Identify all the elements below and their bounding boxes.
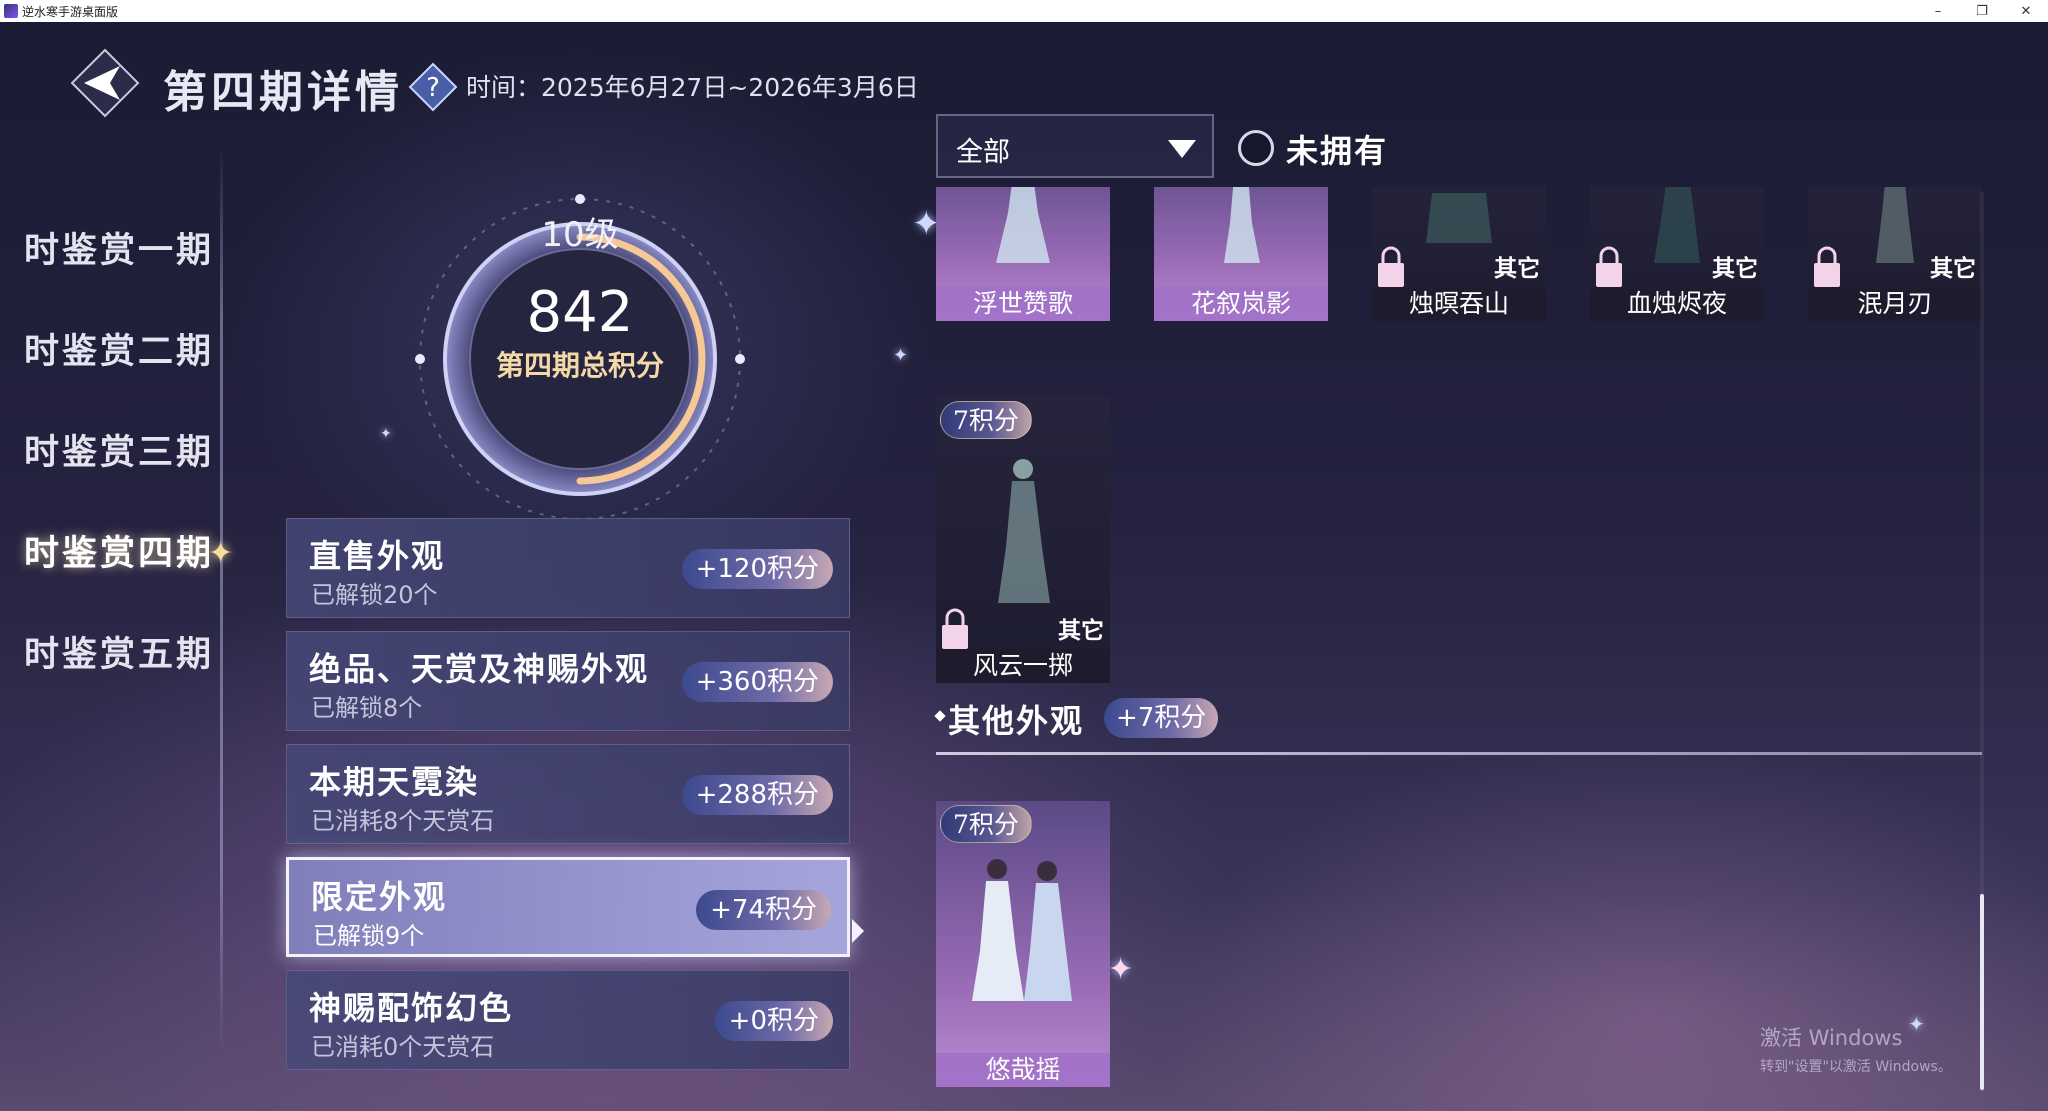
- period-time-label: 时间：2025年6月27日~2026年3月6日: [466, 73, 919, 102]
- category-title: 本期天霓染: [309, 763, 480, 801]
- item-card[interactable]: 其它 血烛烬夜: [1590, 187, 1764, 321]
- watermark-title: 激活 Windows: [1760, 1026, 1903, 1050]
- svg-text:?: ?: [426, 73, 440, 103]
- item-tag: 其它: [1712, 255, 1758, 282]
- item-card[interactable]: 其它 烛暝吞山: [1372, 187, 1546, 321]
- item-name: 血烛烬夜: [1590, 287, 1764, 321]
- back-arrow-icon[interactable]: [70, 48, 140, 118]
- item-name: 悠哉摇: [936, 1053, 1110, 1087]
- category-limited[interactable]: 限定外观 已解锁9个 +74积分: [286, 857, 850, 957]
- active-indicator-icon: ✦: [208, 536, 234, 571]
- help-icon[interactable]: ?: [408, 62, 458, 112]
- item-points-badge: 7积分: [940, 805, 1032, 843]
- filter-value: 全部: [956, 137, 1010, 168]
- window-title: 逆水寒手游桌面版: [22, 4, 119, 19]
- category-title: 限定外观: [311, 878, 448, 916]
- selected-pointer-icon: [852, 919, 864, 943]
- character-figure-icon: [1876, 187, 1914, 263]
- item-name: 泯月刃: [1808, 287, 1982, 321]
- category-title: 绝品、天赏及神赐外观: [309, 650, 650, 688]
- lock-icon: [1378, 246, 1404, 287]
- not-owned-radio[interactable]: [1238, 130, 1274, 166]
- not-owned-label[interactable]: 未拥有: [1286, 126, 1388, 172]
- item-tag: 其它: [1058, 617, 1104, 644]
- score-caption: 第四期总积分: [495, 349, 664, 382]
- character-figure-icon: [1654, 187, 1700, 263]
- window-titlebar: 逆水寒手游桌面版 – ❐ ✕: [0, 0, 2048, 22]
- close-button[interactable]: ✕: [2004, 0, 2048, 22]
- category-points-badge: +74积分: [696, 890, 831, 930]
- lock-icon: [942, 608, 968, 649]
- item-points-badge: 7积分: [940, 401, 1032, 439]
- sparkle-icon: ✦: [380, 426, 392, 442]
- app-icon: [4, 4, 18, 18]
- nav-item-period-4[interactable]: 时鉴赏四期: [24, 525, 214, 576]
- item-name: 风云一掷: [936, 649, 1110, 683]
- item-tag: 其它: [1494, 255, 1540, 282]
- item-card[interactable]: 7积分 悠哉摇: [936, 801, 1110, 1087]
- nav-item-period-3[interactable]: 时鉴赏三期: [24, 424, 214, 475]
- character-figure-icon: [1224, 187, 1260, 263]
- category-accessory-color[interactable]: 神赐配饰幻色 已消耗0个天赏石 +0积分: [286, 970, 850, 1070]
- sparkle-icon: ✦: [893, 345, 909, 366]
- category-subtitle: 已消耗0个天赏石: [311, 1033, 495, 1061]
- character-figure-icon: [998, 459, 1050, 603]
- item-name: 浮世赞歌: [936, 287, 1110, 321]
- category-points-badge: +120积分: [681, 549, 833, 589]
- watermark-subtitle: 转到"设置"以激活 Windows。: [1760, 1059, 1952, 1075]
- restore-button[interactable]: ❐: [1960, 0, 2004, 22]
- page-title: 第四期详情: [163, 67, 403, 118]
- character-figure-icon: [1426, 193, 1492, 243]
- nav-item-period-2[interactable]: 时鉴赏二期: [24, 323, 214, 374]
- category-points-badge: +360积分: [681, 662, 833, 702]
- category-title: 神赐配饰幻色: [309, 989, 514, 1027]
- category-subtitle: 已解锁9个: [313, 922, 425, 950]
- item-card[interactable]: 其它 泯月刃: [1808, 187, 1982, 321]
- category-title: 直售外观: [309, 537, 446, 575]
- item-grid: 浮世赞歌 花叙岚影 其它 烛暝吞山 其它 血烛烬夜 其它 泯月刃 7积分 其它 …: [930, 187, 1990, 1087]
- category-subtitle: 已消耗8个天赏石: [311, 807, 495, 835]
- score-total: 842: [526, 280, 634, 345]
- character-figure-icon: [996, 187, 1050, 263]
- chevron-down-icon: [1168, 140, 1196, 158]
- lock-icon: [1814, 246, 1840, 287]
- character-pair-icon: [972, 859, 1072, 1001]
- activate-windows-watermark: 激活 Windows 转到"设置"以激活 Windows。: [1760, 1022, 1952, 1076]
- filter-dropdown[interactable]: 全部: [936, 114, 1214, 178]
- lock-icon: [1596, 246, 1622, 287]
- section-divider: [936, 752, 1982, 755]
- nav-divider: [220, 142, 223, 1052]
- nav-item-period-5[interactable]: 时鉴赏五期: [24, 626, 214, 677]
- category-premium[interactable]: 绝品、天赏及神赐外观 已解锁8个 +360积分: [286, 631, 850, 731]
- section-points-badge: +7积分: [1104, 698, 1219, 738]
- category-direct-sale[interactable]: 直售外观 已解锁20个 +120积分: [286, 518, 850, 618]
- item-card[interactable]: 花叙岚影: [1154, 187, 1328, 321]
- category-subtitle: 已解锁8个: [311, 694, 423, 722]
- category-points-badge: +288积分: [681, 775, 833, 815]
- game-screen: ✦ ✦ ✦ ✦ ✦ 第四期详情 ? 时间：2025年6月27日~2026年3月6…: [0, 22, 2048, 1111]
- item-name: 烛暝吞山: [1372, 287, 1546, 321]
- category-subtitle: 已解锁20个: [311, 581, 438, 609]
- minimize-button[interactable]: –: [1916, 0, 1960, 22]
- item-tag: 其它: [1930, 255, 1976, 282]
- item-card[interactable]: 浮世赞歌: [936, 187, 1110, 321]
- scrollbar-thumb[interactable]: [1980, 894, 1984, 1090]
- section-title: 其他外观: [948, 702, 1085, 740]
- item-name: 花叙岚影: [1154, 287, 1328, 321]
- nav-item-period-1[interactable]: 时鉴赏一期: [24, 222, 214, 273]
- category-dye[interactable]: 本期天霓染 已消耗8个天赏石 +288积分: [286, 744, 850, 844]
- score-level: 10级: [541, 215, 619, 255]
- item-card[interactable]: 7积分 其它 风云一掷: [936, 397, 1110, 683]
- category-points-badge: +0积分: [714, 1001, 833, 1041]
